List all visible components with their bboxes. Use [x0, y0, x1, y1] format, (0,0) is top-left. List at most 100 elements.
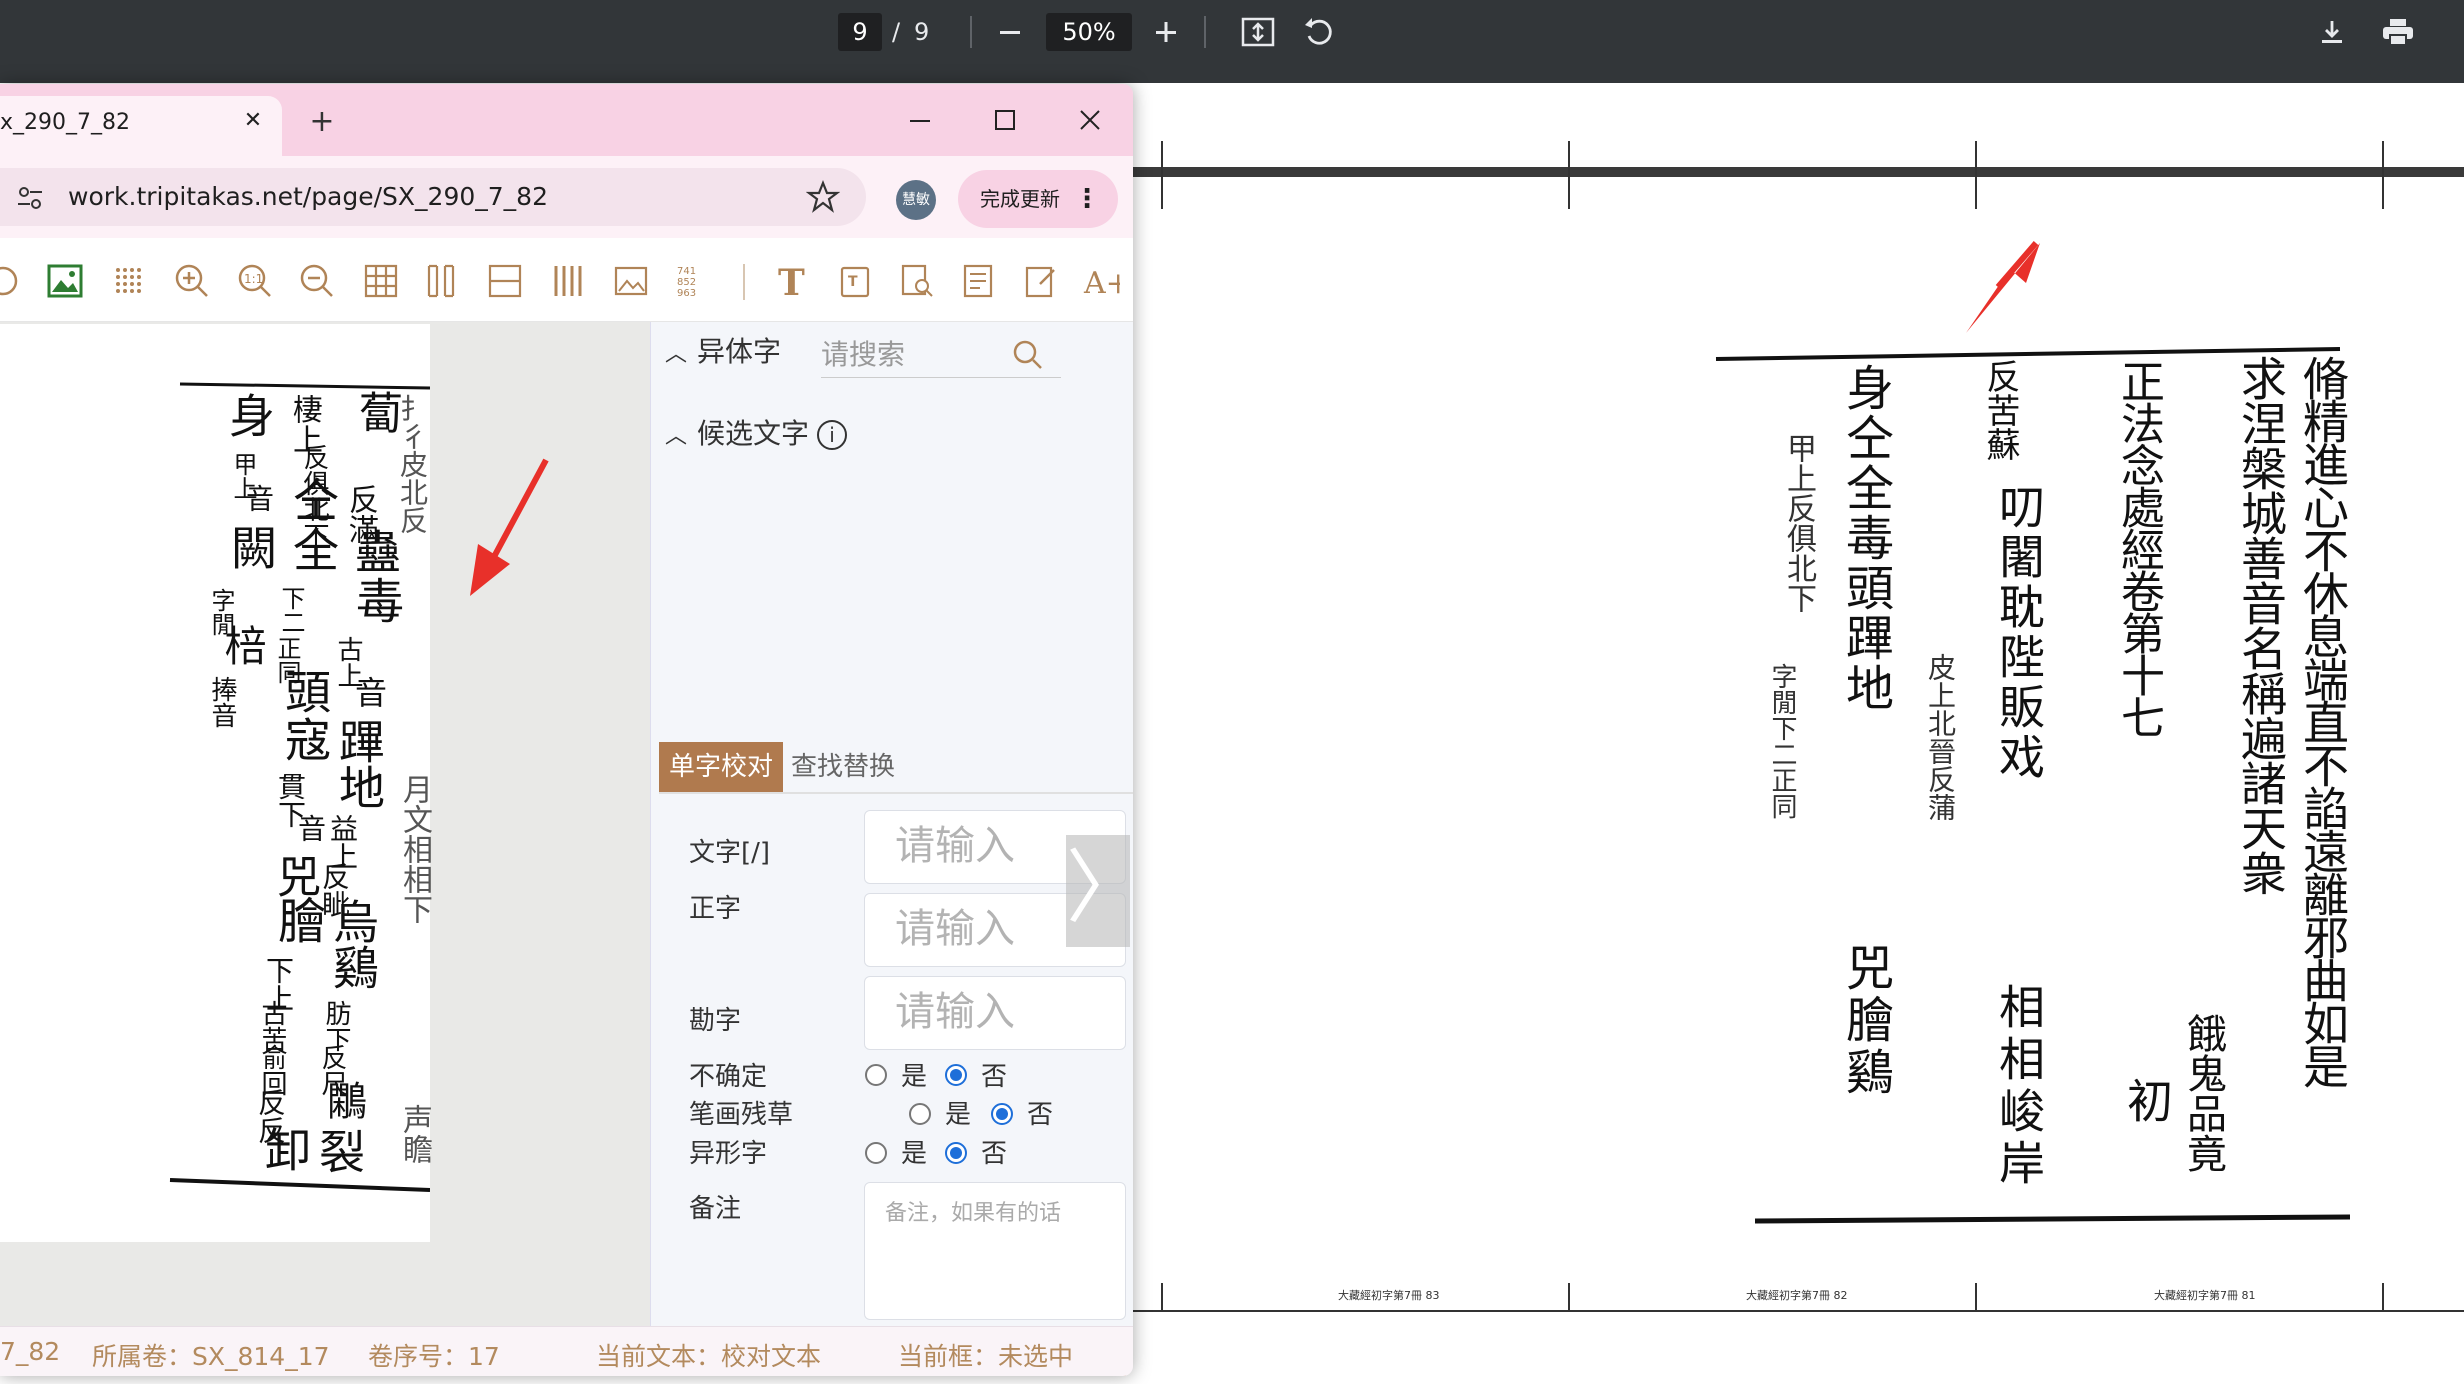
- scan-column: 蠱: [348, 528, 402, 574]
- scan-column: 鷄: [326, 944, 380, 990]
- order-numbers-icon[interactable]: 741 852 963: [674, 262, 712, 300]
- zoom-in-icon[interactable]: [173, 262, 211, 300]
- image-toggle-icon[interactable]: [46, 262, 84, 300]
- url-text[interactable]: work.tripitakas.net/page/SX_290_7_82: [68, 182, 548, 211]
- scan-column: 毒: [347, 576, 403, 624]
- collate-char-label: 勘字: [689, 1006, 742, 1036]
- toolbar-divider: [1204, 16, 1206, 48]
- app-toolbar: 1:1 741 852 963 T T A+: [0, 238, 1133, 322]
- maximize-button[interactable]: [983, 100, 1027, 140]
- minus-icon: [1000, 31, 1020, 34]
- zoom-out-icon[interactable]: [298, 262, 336, 300]
- avatar[interactable]: 慧敏: [896, 180, 936, 220]
- rotate-button[interactable]: [1296, 10, 1340, 54]
- toolbar-divider: [743, 264, 745, 300]
- tab-close-icon[interactable]: ✕: [238, 106, 268, 136]
- scan-column-partial: 声瞻: [397, 1104, 432, 1164]
- scan-annotation: 甲上反俱北下: [1781, 433, 1816, 613]
- minimize-icon: [910, 120, 930, 122]
- fit-page-button[interactable]: [1236, 10, 1280, 54]
- scan-column: 地: [332, 764, 386, 810]
- scan-column: 裂: [312, 1128, 366, 1174]
- download-icon: [2322, 21, 2342, 43]
- stroke-no-radio[interactable]: [991, 1103, 1013, 1125]
- image-panel[interactable]: 身 棲上 蔔 甲上 反俱北下 音 仝 反滿 闕 全 蠱 字閒 下二 毒 棓 正同…: [0, 322, 650, 1326]
- uncertain-no-radio[interactable]: [945, 1064, 967, 1086]
- chevron-up-icon: ︿: [665, 342, 688, 367]
- page-separator: /: [892, 18, 901, 46]
- note-edit-icon[interactable]: [1022, 262, 1060, 300]
- zoom-actual-icon[interactable]: 1:1: [236, 262, 274, 300]
- scan-column-partial: 月文相相下: [397, 774, 432, 924]
- more-menu-icon[interactable]: ⋮: [1074, 170, 1100, 228]
- star-icon[interactable]: [806, 180, 840, 214]
- zoom-level-input[interactable]: 50%: [1046, 13, 1132, 51]
- status-volume: 所属卷：SX_814_17: [92, 1342, 330, 1371]
- red-arrow-annotation: [470, 458, 549, 596]
- status-page-id: 7_82: [0, 1337, 61, 1366]
- scan-image: 身 棲上 蔔 甲上 反俱北下 音 仝 反滿 闕 全 蠱 字閒 下二 毒 棓 正同…: [0, 324, 432, 1242]
- page-number-input[interactable]: 9: [838, 13, 882, 51]
- columns-icon[interactable]: [424, 262, 462, 300]
- no-label: 否: [1027, 1100, 1054, 1130]
- text-box-icon[interactable]: T: [836, 262, 874, 300]
- text-icon[interactable]: T: [774, 262, 812, 300]
- font-size-icon[interactable]: A+: [1082, 262, 1120, 300]
- stroke-label: 笔画残草: [689, 1100, 794, 1130]
- zoom-out-button[interactable]: [988, 10, 1032, 54]
- search-icon[interactable]: [1011, 338, 1045, 372]
- scan-column: 闕: [224, 524, 278, 570]
- panel-tabs: 单字校对 查找替换: [659, 742, 1133, 794]
- download-button[interactable]: [2310, 10, 2354, 54]
- status-sequence: 卷序号：17: [368, 1342, 500, 1371]
- scan-column: 仝: [286, 476, 340, 522]
- variant-section-header[interactable]: ︿ 异体字: [665, 330, 781, 370]
- toolbar-tool-icon[interactable]: [0, 262, 22, 300]
- zoom-in-button[interactable]: [1144, 10, 1188, 54]
- variant-no-radio[interactable]: [945, 1142, 967, 1164]
- stroke-yes-radio[interactable]: [909, 1103, 931, 1125]
- variant-form-label: 异形字: [689, 1139, 768, 1169]
- column-lines-icon[interactable]: [550, 262, 588, 300]
- scan-column: 兕膾鷄: [1837, 943, 1893, 1099]
- doc-edit-icon[interactable]: [960, 262, 998, 300]
- grid-dots-icon[interactable]: [110, 262, 148, 300]
- omnibox[interactable]: work.tripitakas.net/page/SX_290_7_82: [0, 168, 866, 226]
- scan-column: 正法念處經卷第十七: [2113, 359, 2164, 737]
- candidate-title: 候选文字: [697, 417, 810, 450]
- no-label: 否: [981, 1062, 1008, 1092]
- grid-view-icon[interactable]: [362, 262, 400, 300]
- browser-tab[interactable]: x_290_7_82 ✕: [0, 96, 282, 156]
- rows-icon[interactable]: [486, 262, 524, 300]
- scan-column-partial: 扌彳皮北反: [396, 394, 429, 534]
- info-icon[interactable]: i: [817, 420, 848, 450]
- site-info-icon[interactable]: [16, 184, 44, 212]
- variant-yes-radio[interactable]: [865, 1142, 887, 1164]
- doc-search-icon[interactable]: [898, 262, 936, 300]
- tab-char-proof[interactable]: 单字校对: [659, 742, 784, 792]
- yes-label: 是: [945, 1100, 972, 1130]
- notes-textarea[interactable]: 备注，如果有的话: [864, 1182, 1126, 1320]
- scan-column: 叨闍耽陛販戏: [1992, 483, 2046, 783]
- page-total: 9: [914, 18, 930, 46]
- candidate-section-header[interactable]: ︿ 候选文字 i: [665, 412, 848, 452]
- close-icon: [1080, 110, 1100, 130]
- text-field-label: 文字[/]: [689, 838, 771, 868]
- update-button[interactable]: 完成更新 ⋮: [958, 170, 1118, 228]
- svg-text:A+: A+: [1083, 266, 1120, 299]
- scan-column: 全: [286, 526, 340, 572]
- collate-char-input[interactable]: 请输入: [864, 976, 1126, 1050]
- next-char-button[interactable]: 〉: [1066, 835, 1133, 947]
- tab-find-replace[interactable]: 查找替换: [781, 742, 905, 792]
- close-window-button[interactable]: [1068, 100, 1112, 140]
- uncertain-yes-radio[interactable]: [865, 1064, 887, 1086]
- new-tab-button[interactable]: +: [302, 102, 342, 142]
- minimize-button[interactable]: [898, 100, 942, 140]
- scan-annotation: 皮上北晉反蒲: [1924, 653, 1957, 821]
- print-button[interactable]: [2376, 10, 2420, 54]
- no-label: 否: [981, 1139, 1008, 1169]
- tab-strip: x_290_7_82 ✕ +: [0, 84, 1133, 156]
- image-icon[interactable]: [612, 262, 650, 300]
- correct-char-label: 正字: [689, 894, 742, 924]
- address-bar-row: work.tripitakas.net/page/SX_290_7_82 慧敏 …: [0, 156, 1133, 238]
